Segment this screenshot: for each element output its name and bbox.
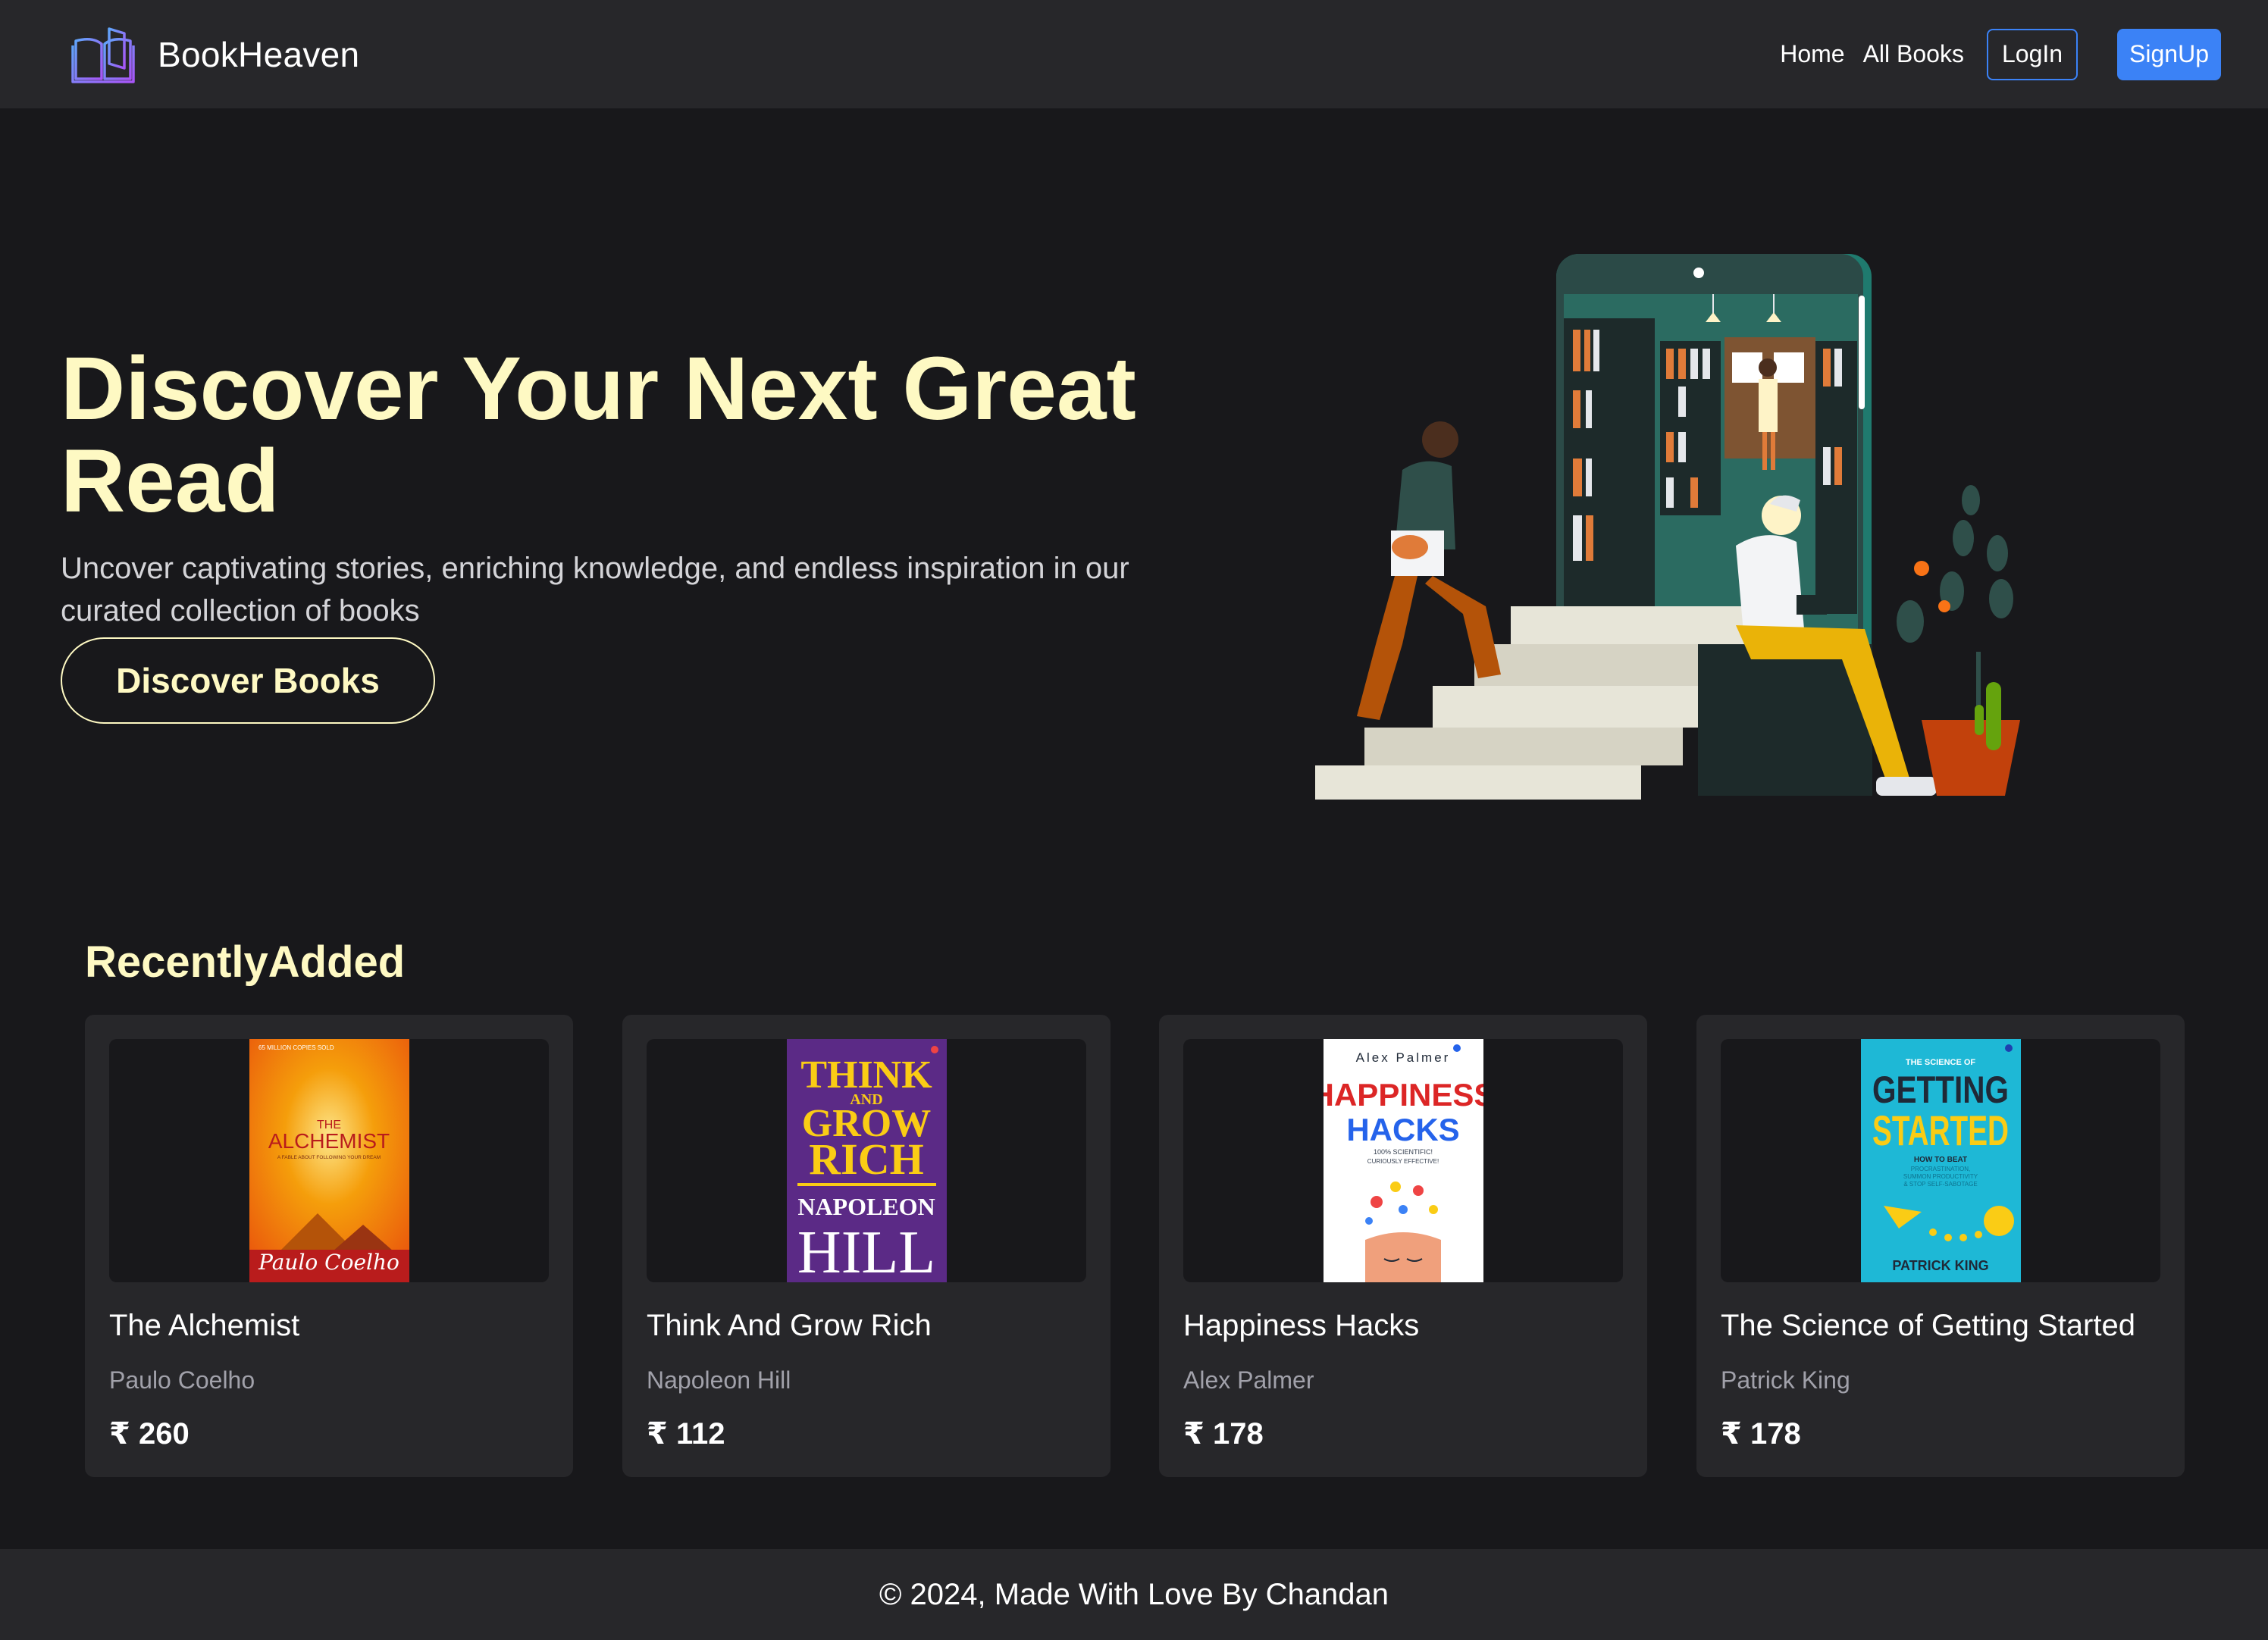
footer: © 2024, Made With Love By Chandan [0, 1549, 2268, 1640]
book-price: ₹ 260 [109, 1417, 190, 1451]
nav-links: Home All Books LogIn SignUp [1780, 28, 2221, 80]
svg-text:RICH: RICH [809, 1135, 923, 1184]
svg-text:STARTED: STARTED [1872, 1106, 2009, 1154]
svg-text:Alex Palmer: Alex Palmer [1356, 1050, 1451, 1065]
book-author: Alex Palmer [1183, 1366, 1314, 1394]
nav-link-home[interactable]: Home [1780, 40, 1844, 68]
footer-copyright: © 2024, Made With Love By Chandan [879, 1577, 1389, 1611]
book-cover-image: THE SCIENCE OF GETTING STARTED HOW TO BE… [1861, 1039, 2021, 1282]
navbar: BookHeaven Home All Books LogIn SignUp [0, 0, 2268, 108]
svg-text:100% SCIENTIFIC!: 100% SCIENTIFIC! [1374, 1148, 1433, 1156]
svg-text:ALCHEMIST: ALCHEMIST [268, 1129, 390, 1153]
login-button[interactable]: LogIn [1986, 28, 2078, 80]
discover-books-button[interactable]: Discover Books [61, 637, 435, 724]
svg-text:GETTING: GETTING [1872, 1069, 2009, 1111]
svg-text:Paulo Coelho: Paulo Coelho [258, 1250, 399, 1275]
book-card[interactable]: THINK AND GROW RICH NAPOLEON HILL Think … [622, 1015, 1111, 1477]
hero-subtitle: Uncover captivating stories, enriching k… [61, 552, 1129, 628]
open-book-logo-icon [71, 27, 135, 83]
svg-text:HACKS: HACKS [1346, 1112, 1459, 1147]
book-price: ₹ 178 [1721, 1417, 1801, 1451]
book-card-list: 65 MILLION COPIES SOLD THE ALCHEMIST A F… [85, 1015, 2185, 1477]
brand-name: BookHeaven [158, 34, 360, 74]
svg-text:HAPPINESS: HAPPINESS [1324, 1077, 1483, 1113]
book-title: The Science of Getting Started [1721, 1309, 2135, 1342]
book-cover-frame: Alex Palmer HAPPINESS HACKS 100% SCIENTI… [1183, 1039, 1623, 1282]
recently-added-title: RecentlyAdded [85, 937, 406, 987]
book-title: Think And Grow Rich [647, 1309, 932, 1342]
book-cover-image: 65 MILLION COPIES SOLD THE ALCHEMIST A F… [249, 1039, 409, 1282]
svg-text:HOW TO BEAT: HOW TO BEAT [1914, 1156, 1967, 1164]
book-author: Patrick King [1721, 1366, 1850, 1394]
svg-text:PATRICK KING: PATRICK KING [1892, 1258, 1988, 1273]
svg-text:SUMMON PRODUCTIVITY: SUMMON PRODUCTIVITY [1903, 1173, 1978, 1180]
svg-text:NAPOLEON: NAPOLEON [797, 1193, 935, 1220]
svg-text:A FABLE ABOUT FOLLOWING YOUR D: A FABLE ABOUT FOLLOWING YOUR DREAM [277, 1155, 381, 1160]
book-title: The Alchemist [109, 1309, 300, 1342]
book-cover-frame: 65 MILLION COPIES SOLD THE ALCHEMIST A F… [109, 1039, 549, 1282]
book-cover-image: Alex Palmer HAPPINESS HACKS 100% SCIENTI… [1324, 1039, 1483, 1282]
svg-text:THE SCIENCE OF: THE SCIENCE OF [1906, 1058, 1976, 1067]
svg-text:& STOP SELF-SABOTAGE: & STOP SELF-SABOTAGE [1903, 1181, 1977, 1188]
svg-text:THINK: THINK [800, 1053, 932, 1097]
book-card[interactable]: Alex Palmer HAPPINESS HACKS 100% SCIENTI… [1159, 1015, 1647, 1477]
book-cover-image: THINK AND GROW RICH NAPOLEON HILL [787, 1039, 947, 1282]
book-title: Happiness Hacks [1183, 1309, 1420, 1342]
signup-button[interactable]: SignUp [2117, 28, 2221, 80]
book-price: ₹ 178 [1183, 1417, 1264, 1451]
nav-link-all-books[interactable]: All Books [1863, 40, 1964, 68]
svg-text:65 MILLION COPIES SOLD: 65 MILLION COPIES SOLD [258, 1044, 334, 1051]
book-cover-frame: THINK AND GROW RICH NAPOLEON HILL [647, 1039, 1086, 1282]
svg-text:CURIOUSLY EFFECTIVE!: CURIOUSLY EFFECTIVE! [1367, 1158, 1439, 1165]
hero-title: Discover Your Next Great Read [61, 339, 1136, 531]
brand[interactable]: BookHeaven [71, 26, 359, 83]
svg-text:HILL: HILL [797, 1219, 935, 1282]
book-author: Napoleon Hill [647, 1366, 791, 1394]
book-card[interactable]: THE SCIENCE OF GETTING STARTED HOW TO BE… [1696, 1015, 2185, 1477]
book-card[interactable]: 65 MILLION COPIES SOLD THE ALCHEMIST A F… [85, 1015, 573, 1477]
reading-illustration [1315, 254, 2020, 800]
book-author: Paulo Coelho [109, 1366, 255, 1394]
book-price: ₹ 112 [647, 1417, 725, 1451]
book-cover-frame: THE SCIENCE OF GETTING STARTED HOW TO BE… [1721, 1039, 2160, 1282]
svg-text:PROCRASTINATION,: PROCRASTINATION, [1911, 1166, 1971, 1172]
